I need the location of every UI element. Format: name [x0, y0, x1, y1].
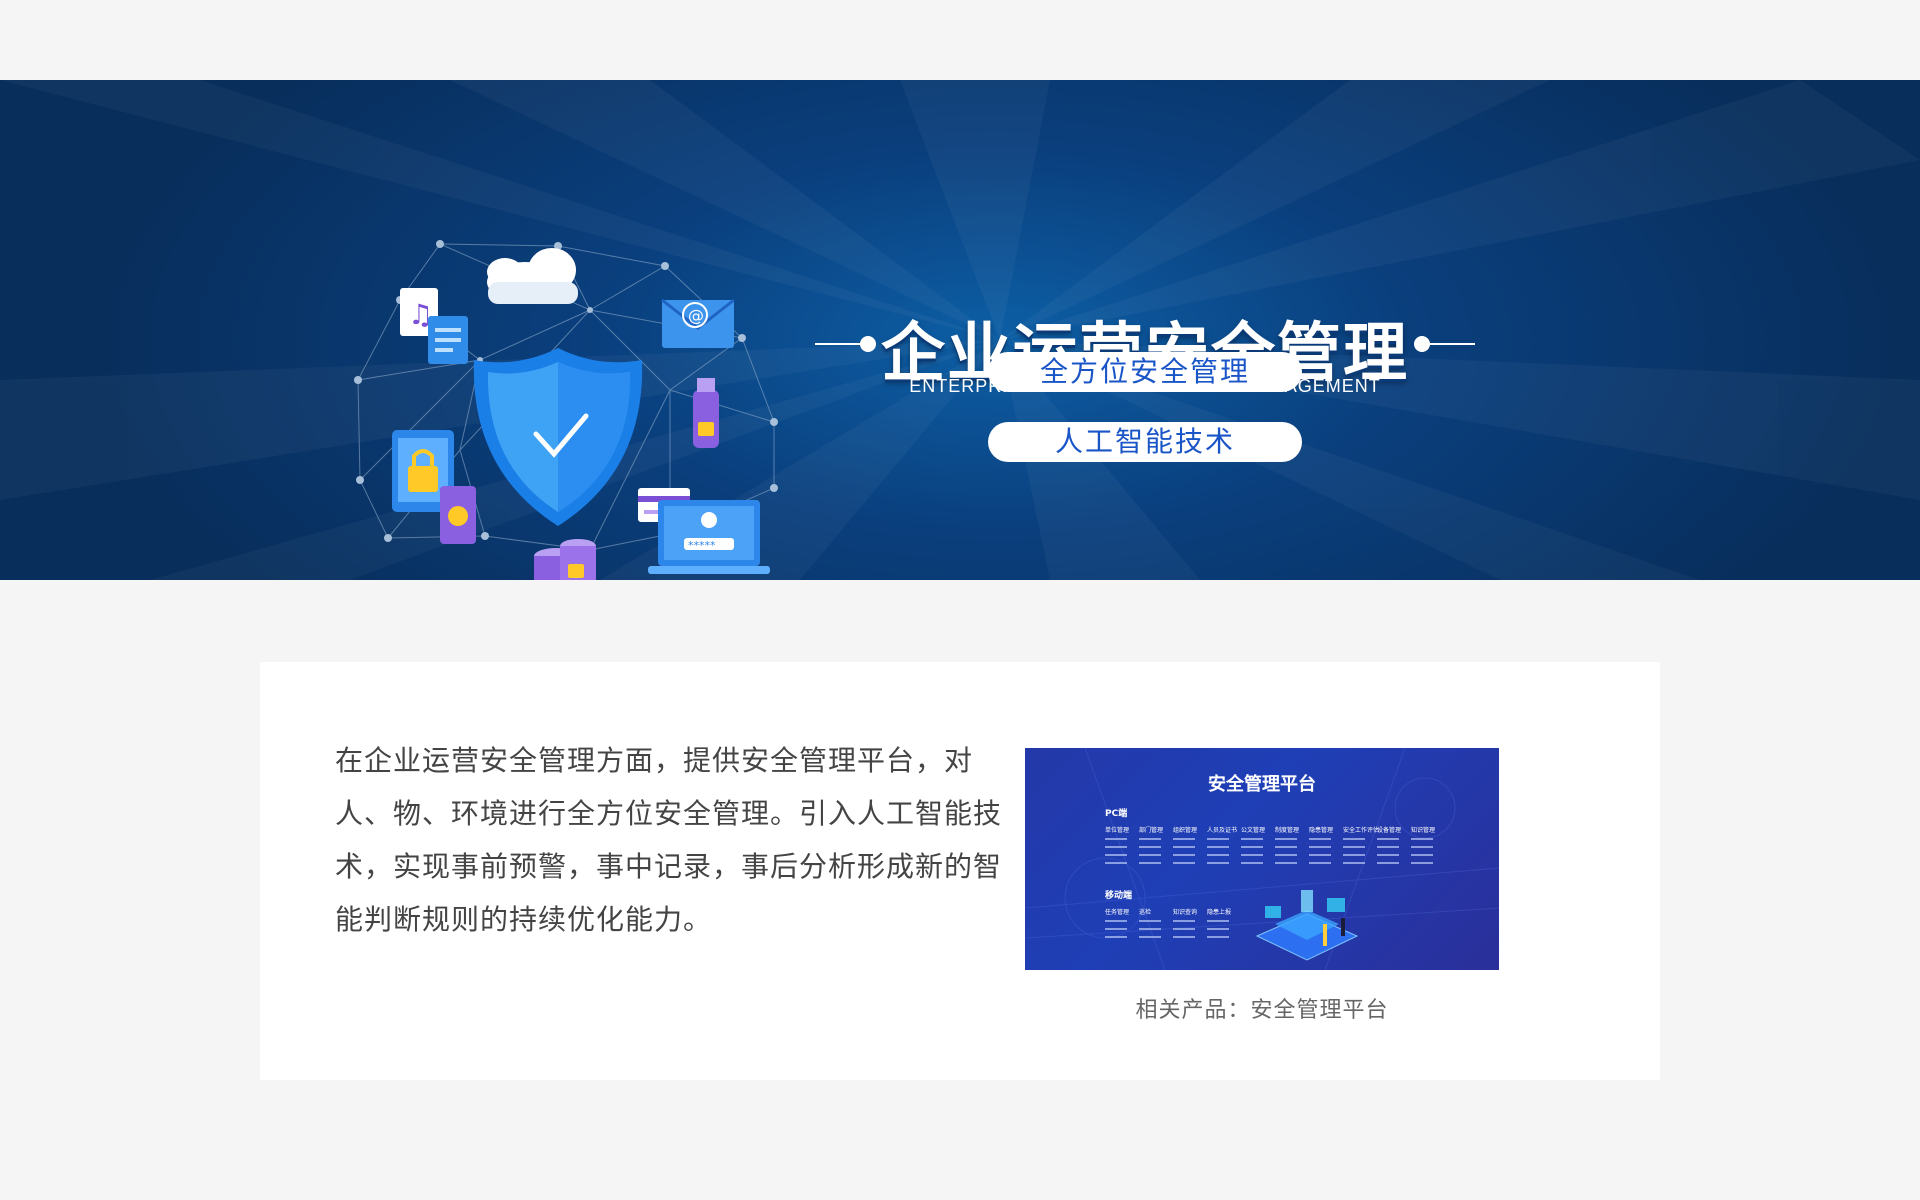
product-row-placeholder: [1139, 854, 1161, 856]
description-text: 在企业运营安全管理方面，提供安全管理平台，对人、物、环境进行全方位安全管理。引入…: [335, 744, 1003, 936]
product-row-placeholder: [1275, 846, 1297, 848]
product-column-header: 制度管理: [1275, 826, 1299, 834]
product-row-placeholder: [1241, 862, 1263, 864]
product-column-header: 安全工作评估: [1343, 826, 1379, 834]
product-row-placeholder: [1207, 928, 1229, 930]
email-icon: @: [661, 298, 735, 348]
product-row-placeholder: [1241, 854, 1263, 856]
product-row-placeholder: [1411, 838, 1433, 840]
product-row-placeholder: [1207, 838, 1229, 840]
product-row-placeholder: [1173, 936, 1195, 938]
product-row-placeholder: [1377, 862, 1399, 864]
product-row-placeholder: [1309, 862, 1331, 864]
shield-check-icon: [473, 348, 643, 526]
feature-pill-comprehensive: 全方位安全管理: [988, 352, 1302, 392]
product-row-placeholder: [1105, 838, 1127, 840]
password-mask-text: *****: [688, 539, 716, 552]
product-row-placeholder: [1343, 862, 1365, 864]
product-row-placeholder: [1411, 862, 1433, 864]
product-column-header: 公文管理: [1241, 826, 1265, 834]
product-row-placeholder: [1343, 838, 1365, 840]
cloud-icon: [487, 248, 578, 304]
product-screenshot-graphic: 安全管理平台 PC端 单位管理 部门管理 组织管理 人员及证书 公文管理 制度管理 隐患管理…: [1025, 748, 1499, 970]
product-row-placeholder: [1343, 846, 1365, 848]
svg-text:@: @: [688, 306, 704, 325]
product-row-placeholder: [1309, 854, 1331, 856]
product-row-placeholder: [1377, 838, 1399, 840]
product-row-placeholder: [1207, 846, 1229, 848]
product-row-placeholder: [1207, 936, 1229, 938]
content-card: 在企业运营安全管理方面，提供安全管理平台，对人、物、环境进行全方位安全管理。引入…: [260, 662, 1660, 1080]
laptop-login-icon: *****: [648, 500, 770, 574]
product-row-placeholder: [1343, 854, 1365, 856]
product-column-header: 组织管理: [1173, 826, 1197, 834]
product-column-header: 设备管理: [1377, 826, 1401, 834]
product-row-placeholder: [1105, 920, 1127, 922]
product-row-placeholder: [1241, 838, 1263, 840]
mobile-section-label: 移动端: [1105, 889, 1132, 901]
pc-section-label: PC端: [1105, 807, 1127, 819]
product-row-placeholder: [1105, 862, 1127, 864]
music-file-icon: ♫: [400, 288, 468, 364]
product-row-placeholder: [1105, 936, 1127, 938]
product-row-placeholder: [1173, 928, 1195, 930]
product-row-placeholder: [1411, 854, 1433, 856]
usb-lock-icon: [693, 378, 719, 448]
product-row-placeholder: [1139, 920, 1161, 922]
product-row-placeholder: [1207, 854, 1229, 856]
security-illustration: ♫ @ *****: [354, 240, 778, 580]
product-column-header: 知识管理: [1411, 826, 1435, 834]
product-row-placeholder: [1173, 854, 1195, 856]
product-row-placeholder: [1139, 928, 1161, 930]
product-column-header: 巡检: [1139, 908, 1151, 916]
product-column-header: 隐患上报: [1207, 908, 1231, 916]
product-row-placeholder: [1411, 846, 1433, 848]
product-row-placeholder: [1139, 936, 1161, 938]
feature-pill-ai: 人工智能技术: [988, 422, 1302, 462]
product-row-placeholder: [1309, 838, 1331, 840]
product-row-placeholder: [1241, 846, 1263, 848]
product-column-header: 部门管理: [1139, 826, 1163, 834]
product-row-placeholder: [1275, 862, 1297, 864]
product-title: 安全管理平台: [1208, 773, 1316, 795]
product-column-header: 人员及证书: [1207, 826, 1237, 834]
product-row-placeholder: [1139, 862, 1161, 864]
product-row-placeholder: [1173, 862, 1195, 864]
product-column-header: 任务管理: [1105, 908, 1129, 916]
database-lock-icon: [534, 539, 596, 580]
product-row-placeholder: [1173, 838, 1195, 840]
product-row-placeholder: [1105, 846, 1127, 848]
hero-banner: ♫ @ ***** ENTERPRISE MANAGEMENT 全方位安全管理 …: [0, 80, 1920, 580]
product-column-header: 单位管理: [1105, 826, 1129, 834]
product-column-header: 隐患管理: [1309, 826, 1333, 834]
product-row-placeholder: [1275, 838, 1297, 840]
phone-fingerprint-icon: [440, 486, 476, 544]
product-row-placeholder: [1105, 854, 1127, 856]
product-row-placeholder: [1377, 846, 1399, 848]
product-caption: 相关产品：安全管理平台: [1135, 998, 1389, 1023]
product-row-placeholder: [1309, 846, 1331, 848]
product-row-placeholder: [1207, 862, 1229, 864]
product-row-placeholder: [1173, 846, 1195, 848]
product-row-placeholder: [1139, 846, 1161, 848]
product-row-placeholder: [1139, 838, 1161, 840]
isometric-platform-graphic: [1255, 890, 1359, 961]
product-row-placeholder: [1173, 920, 1195, 922]
pc-columns: 单位管理 部门管理 组织管理 人员及证书 公文管理 制度管理 隐患管理 安全工作评估设备管理 知…: [1105, 826, 1435, 864]
product-row-placeholder: [1275, 854, 1297, 856]
product-row-placeholder: [1207, 920, 1229, 922]
product-row-placeholder: [1105, 928, 1127, 930]
product-column-header: 知识查询: [1173, 908, 1197, 916]
product-row-placeholder: [1377, 854, 1399, 856]
product-screenshot[interactable]: 安全管理平台 PC端 单位管理 部门管理 组织管理 人员及证书 公文管理 制度管理 隐患管理…: [1025, 748, 1499, 970]
